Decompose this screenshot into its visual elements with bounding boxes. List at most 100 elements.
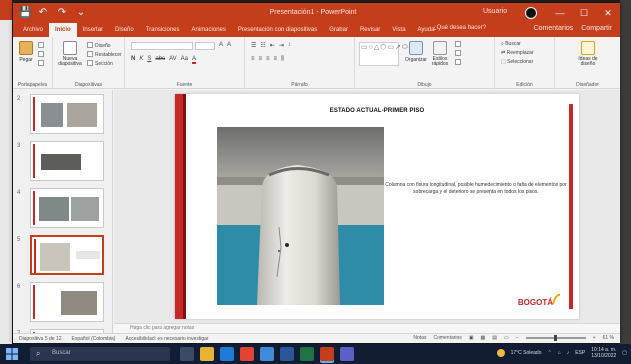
reading-view-icon[interactable]: ▤ xyxy=(492,335,497,341)
layout-button[interactable]: Diseño xyxy=(87,42,111,50)
customize-qat-icon[interactable]: ⌄ xyxy=(76,7,86,19)
bold-button[interactable]: N xyxy=(131,56,135,64)
strikethrough-button[interactable]: abc xyxy=(155,56,165,64)
decrease-indent-icon[interactable]: ⇤ xyxy=(270,42,275,49)
current-slide[interactable]: ESTADO ACTUAL-PRIMER PISO Columna con fi… xyxy=(175,94,579,319)
zoom-level[interactable]: 61 % xyxy=(603,335,614,341)
increase-indent-icon[interactable]: ⇥ xyxy=(279,42,284,49)
volume-icon[interactable]: ♪ xyxy=(567,350,570,356)
edge-icon[interactable] xyxy=(220,347,234,361)
teams-icon[interactable] xyxy=(340,347,354,361)
redo-icon[interactable]: ↷ xyxy=(57,7,67,19)
tab-3[interactable]: Diseño xyxy=(109,23,140,37)
column-photo[interactable] xyxy=(217,127,384,305)
notifications-icon[interactable]: ▢ xyxy=(622,350,627,356)
close-button[interactable]: ✕ xyxy=(596,3,620,23)
tab-7[interactable]: Grabar xyxy=(323,23,354,37)
tell-me-search[interactable]: ¿Qué desea hacer? xyxy=(433,25,486,31)
avatar[interactable] xyxy=(525,7,537,19)
shapes-gallery[interactable]: ▭○△⬡▭↗⬭◇ xyxy=(359,42,414,66)
line-spacing-icon[interactable]: ↕ xyxy=(288,42,291,49)
slide-thumbnail[interactable] xyxy=(30,94,104,134)
zoom-in-icon[interactable]: + xyxy=(593,335,596,341)
new-slide-button[interactable]: Nueva diapositiva xyxy=(57,41,83,67)
design-ideas-button[interactable]: Ideas de diseño xyxy=(573,41,603,67)
section-button[interactable]: Sección xyxy=(87,60,113,68)
slide-body-text[interactable]: Columna con fisura longitudinal, posible… xyxy=(385,182,567,196)
tab-6[interactable]: Presentación con diapositivas xyxy=(232,23,323,37)
save-icon[interactable]: 💾 xyxy=(19,7,31,19)
tab-2[interactable]: Insertar xyxy=(77,23,109,37)
tab-5[interactable]: Animaciones xyxy=(186,23,232,37)
format-painter-button[interactable] xyxy=(38,60,46,68)
slide-thumbnail[interactable] xyxy=(30,235,104,275)
grow-font-icon[interactable]: A xyxy=(219,42,223,48)
taskbar-search[interactable]: ⌕ Buscar xyxy=(30,347,170,361)
clock[interactable]: 10:14 a. m. 13/10/2022 xyxy=(591,347,616,359)
powerpoint-icon[interactable] xyxy=(320,347,334,361)
align-left-icon[interactable]: ≡ xyxy=(251,56,255,63)
find-button[interactable]: ⌕ Buscar xyxy=(501,41,521,48)
font-name-dropdown[interactable] xyxy=(131,42,193,50)
shape-effects-button[interactable] xyxy=(455,59,463,67)
quick-styles-button[interactable]: Estilos rápidos xyxy=(429,41,451,67)
tab-4[interactable]: Transiciones xyxy=(140,23,186,37)
font-size-dropdown[interactable] xyxy=(195,42,215,50)
normal-view-icon[interactable]: ▣ xyxy=(469,335,474,341)
notes-pane[interactable]: Haga clic para agregar notas xyxy=(114,323,620,333)
windows-start-icon[interactable] xyxy=(6,348,18,360)
align-center-icon[interactable]: ≡ xyxy=(259,56,263,63)
minimize-button[interactable]: — xyxy=(548,3,572,23)
sorter-view-icon[interactable]: ▦ xyxy=(481,335,486,341)
bullets-icon[interactable]: ☰ xyxy=(251,42,256,49)
select-button[interactable]: ⬚ Seleccionar xyxy=(501,59,533,66)
copy-button[interactable] xyxy=(38,51,46,59)
mail-icon[interactable] xyxy=(260,347,274,361)
tab-9[interactable]: Vista xyxy=(386,23,411,37)
slideshow-view-icon[interactable]: ▭ xyxy=(504,335,509,341)
tab-0[interactable]: Archivo xyxy=(17,23,49,37)
align-right-icon[interactable]: ≡ xyxy=(266,56,270,63)
shape-outline-button[interactable] xyxy=(455,50,463,58)
language-status[interactable]: Español (Colombia) xyxy=(72,336,116,342)
notes-toggle-button[interactable]: Notas xyxy=(413,335,426,341)
columns-icon[interactable]: ⫼ xyxy=(281,56,284,63)
maximize-button[interactable]: ☐ xyxy=(572,3,596,23)
user-name[interactable]: Usuario xyxy=(483,8,507,15)
comments-button[interactable]: Comentarios xyxy=(534,25,574,32)
zoom-out-icon[interactable]: − xyxy=(516,335,519,341)
undo-icon[interactable]: ↶ xyxy=(38,7,48,19)
change-case-button[interactable]: Aa xyxy=(181,56,188,64)
italic-button[interactable]: K xyxy=(139,56,143,64)
slide-thumbnail[interactable] xyxy=(30,141,104,181)
shrink-font-icon[interactable]: A xyxy=(227,42,231,48)
slide-thumbnail[interactable] xyxy=(30,282,104,322)
character-spacing-button[interactable]: AV xyxy=(169,56,177,64)
weather-icon[interactable] xyxy=(496,349,505,357)
file-explorer-icon[interactable] xyxy=(200,347,214,361)
arrange-button[interactable]: Organizar xyxy=(405,41,427,63)
excel-icon[interactable] xyxy=(300,347,314,361)
accessibility-status[interactable]: Accesibilidad: es necesario investigar xyxy=(125,336,208,342)
tray-chevron-icon[interactable]: ⌃ xyxy=(547,350,551,356)
tab-1[interactable]: Inicio xyxy=(49,23,77,37)
slide-thumbnail[interactable] xyxy=(30,188,104,228)
font-color-icon[interactable]: A xyxy=(191,56,196,64)
zoom-slider-knob[interactable] xyxy=(553,335,557,341)
cut-button[interactable] xyxy=(38,42,46,50)
shape-fill-button[interactable] xyxy=(455,41,463,49)
word-icon[interactable] xyxy=(280,347,294,361)
replace-button[interactable]: ⇄ Reemplazar xyxy=(501,50,534,57)
slide-title[interactable]: ESTADO ACTUAL-PRIMER PISO xyxy=(175,108,579,114)
comments-toggle-button[interactable]: Comentarios xyxy=(433,335,461,341)
network-icon[interactable]: ⌂ xyxy=(558,350,561,356)
paste-button[interactable]: Pegar xyxy=(17,41,35,63)
numbering-icon[interactable]: ☷ xyxy=(260,42,265,49)
reset-button[interactable]: Restablecer xyxy=(87,51,122,59)
underline-button[interactable]: S xyxy=(147,56,151,64)
weather-text[interactable]: 17°C Soleado xyxy=(511,350,542,356)
zoom-slider[interactable] xyxy=(525,335,586,341)
justify-icon[interactable]: ≡ xyxy=(274,56,278,63)
tab-8[interactable]: Revisar xyxy=(354,23,386,37)
chrome-icon[interactable] xyxy=(240,347,254,361)
